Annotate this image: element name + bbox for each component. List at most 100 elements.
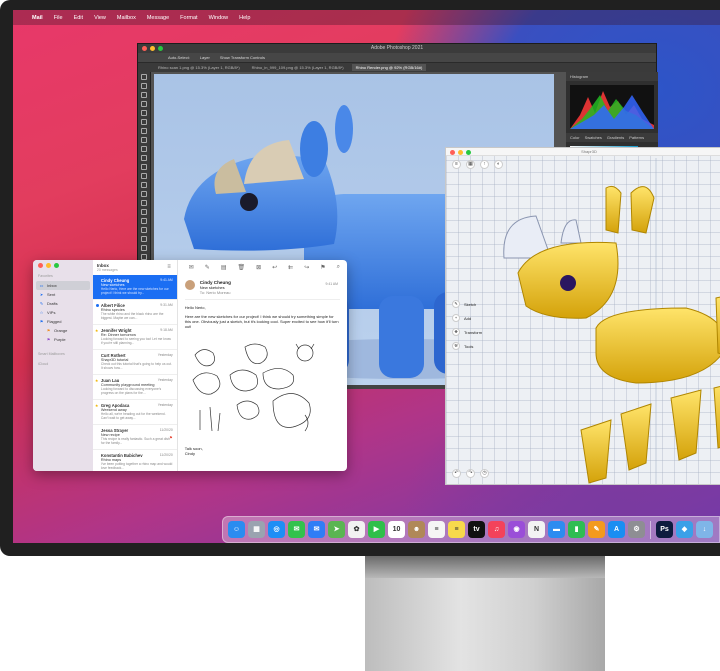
keynote-icon[interactable]: ▬ xyxy=(548,521,565,538)
sidebar-item-orange[interactable]: ⚑ Orange xyxy=(36,326,90,335)
tab-swatches[interactable]: Swatches xyxy=(585,135,602,140)
list-item[interactable]: ★ Juan Lau Yesterday Community playgroun… xyxy=(92,375,177,400)
finder-icon[interactable]: ☺ xyxy=(228,521,245,538)
transform-controls-checkbox[interactable]: Show Transform Controls xyxy=(220,55,265,60)
tab-patterns[interactable]: Patterns xyxy=(629,135,644,140)
pages-icon[interactable]: ✎ xyxy=(588,521,605,538)
flag-menu-icon[interactable]: ⚑ xyxy=(320,264,325,272)
menu-help[interactable]: Help xyxy=(239,15,250,21)
sketch-tool[interactable]: ✎ Sketch xyxy=(452,300,482,308)
tab-doc-1[interactable]: Rhino scan 1.png @ 15.3% (Layer 1, RGB/8… xyxy=(154,64,244,71)
list-item[interactable]: ★ Greg Apodaca Yesterday Weekend away He… xyxy=(92,400,177,425)
menu-edit[interactable]: Edit xyxy=(74,15,83,21)
messages-icon[interactable]: ✉ xyxy=(288,521,305,538)
blur-tool-icon[interactable] xyxy=(141,191,147,197)
pen-tool-icon[interactable] xyxy=(141,209,147,215)
list-item[interactable]: ★ Jennifer Wright 9:18 AM Re: Dinner tom… xyxy=(92,325,177,350)
tools-tool[interactable]: ⚒ Tools xyxy=(452,342,482,350)
history-icon[interactable]: ◷ xyxy=(480,469,489,478)
news-icon[interactable]: N xyxy=(528,521,545,538)
menu-mailbox[interactable]: Mailbox xyxy=(117,15,136,21)
stamp-tool-icon[interactable] xyxy=(141,155,147,161)
menu-window[interactable]: Window xyxy=(209,15,229,21)
brush-tool-icon[interactable] xyxy=(141,146,147,152)
shape-tool-icon[interactable] xyxy=(141,236,147,242)
list-item[interactable]: Jessa Strayer 11/20/20 ⚑ New recipe This… xyxy=(92,425,177,450)
menu-format[interactable]: Format xyxy=(180,15,197,21)
notes-icon[interactable]: ≡ xyxy=(448,521,465,538)
list-item[interactable]: Cindy Cheung 9:41 AM New sketches Hello … xyxy=(92,275,177,300)
trash-icon[interactable]: 🗑 xyxy=(237,264,245,272)
podcasts-icon[interactable]: ◉ xyxy=(508,521,525,538)
mail-icon[interactable]: ✉ xyxy=(308,521,325,538)
compose-icon[interactable]: ✎ xyxy=(205,264,210,272)
undo-icon[interactable]: ↶ xyxy=(452,469,461,478)
mail-close-button[interactable] xyxy=(38,263,43,268)
mail-zoom-button[interactable] xyxy=(54,263,59,268)
archive-icon[interactable]: ▤ xyxy=(221,264,227,272)
list-item[interactable]: Konstantin Babichev 11/20/20 Rhino maps … xyxy=(93,450,177,471)
search-icon[interactable]: ⌕ xyxy=(337,264,340,272)
frame-tool-icon[interactable] xyxy=(141,119,147,125)
sidebar-item-sent[interactable]: ➤ Sent xyxy=(36,290,90,299)
apple-tv-icon[interactable]: tv xyxy=(468,521,485,538)
move-tool-icon[interactable] xyxy=(141,74,147,80)
quick-select-tool-icon[interactable] xyxy=(141,101,147,107)
sketch-attachment[interactable] xyxy=(185,335,340,440)
smart-mailboxes-header[interactable]: Smart Mailboxes xyxy=(38,352,88,356)
zoom-button[interactable] xyxy=(158,46,163,51)
tab-color[interactable]: Color xyxy=(570,135,580,140)
eraser-tool-icon[interactable] xyxy=(141,173,147,179)
filter-icon[interactable]: ≡ xyxy=(167,264,171,270)
layer-select[interactable]: Layer xyxy=(200,55,210,60)
eyedropper-tool-icon[interactable] xyxy=(141,128,147,134)
shapr3d-icon[interactable]: ◆ xyxy=(676,521,693,538)
junk-icon[interactable]: ⊠ xyxy=(256,264,261,272)
history-brush-icon[interactable] xyxy=(141,164,147,170)
facetime-icon[interactable]: ▶ xyxy=(368,521,385,538)
launchpad-icon[interactable]: ▦ xyxy=(248,521,265,538)
tab-gradients[interactable]: Gradients xyxy=(607,135,624,140)
crop-tool-icon[interactable] xyxy=(141,110,147,116)
app-store-icon[interactable]: A xyxy=(608,521,625,538)
add-tool[interactable]: + Add xyxy=(452,314,482,322)
downloads-icon[interactable]: ↓ xyxy=(696,521,713,538)
tab-doc-3[interactable]: Rhino Render.png @ 92% (RGB/16#) xyxy=(351,64,427,71)
menu-file[interactable]: File xyxy=(54,15,63,21)
music-icon[interactable]: ♫ xyxy=(488,521,505,538)
photoshop-icon[interactable]: Ps xyxy=(656,521,673,538)
reply-icon[interactable]: ↩ xyxy=(272,264,277,272)
dodge-tool-icon[interactable] xyxy=(141,200,147,206)
mail-minimize-button[interactable] xyxy=(46,263,51,268)
sidebar-item-inbox[interactable]: ▭ Inbox xyxy=(36,281,90,290)
calendar-icon[interactable]: 10 xyxy=(388,521,405,538)
contacts-icon[interactable]: ☻ xyxy=(408,521,425,538)
healing-tool-icon[interactable] xyxy=(141,137,147,143)
icloud-header[interactable]: iCloud xyxy=(38,362,88,366)
sidebar-item-vips[interactable]: ☆ VIPs xyxy=(36,308,90,317)
menu-message[interactable]: Message xyxy=(147,15,169,21)
close-button[interactable] xyxy=(142,46,147,51)
type-tool-icon[interactable] xyxy=(141,218,147,224)
lasso-tool-icon[interactable] xyxy=(141,92,147,98)
auto-select-checkbox[interactable]: Auto-Select: xyxy=(168,55,190,60)
forward-icon[interactable]: ↪ xyxy=(304,264,309,272)
sidebar-item-purple[interactable]: ⚑ Purple xyxy=(36,335,90,344)
sidebar-item-drafts[interactable]: ✎ Drafts xyxy=(36,299,90,308)
safari-icon[interactable]: ◎ xyxy=(268,521,285,538)
histogram-tab[interactable]: Histogram xyxy=(566,72,658,81)
list-item[interactable]: Curt Rothert Yesterday Shapr3D tutorial … xyxy=(92,350,177,375)
maps-icon[interactable]: ➤ xyxy=(328,521,345,538)
photos-icon[interactable]: ✿ xyxy=(348,521,365,538)
tab-doc-2[interactable]: Rhino_in_999_109.png @ 15.3% (Layer 1, R… xyxy=(248,64,348,71)
minimize-button[interactable] xyxy=(150,46,155,51)
gradient-tool-icon[interactable] xyxy=(141,182,147,188)
get-mail-icon[interactable]: ✉ xyxy=(189,264,194,272)
path-select-icon[interactable] xyxy=(141,227,147,233)
numbers-icon[interactable]: ▮ xyxy=(568,521,585,538)
system-preferences-icon[interactable]: ⚙ xyxy=(628,521,645,538)
reply-all-icon[interactable]: ⇇ xyxy=(288,264,293,272)
redo-icon[interactable]: ↷ xyxy=(466,469,475,478)
sidebar-item-flagged[interactable]: ⚑ Flagged xyxy=(36,317,90,326)
transform-tool[interactable]: ✥ Transform xyxy=(452,328,482,336)
